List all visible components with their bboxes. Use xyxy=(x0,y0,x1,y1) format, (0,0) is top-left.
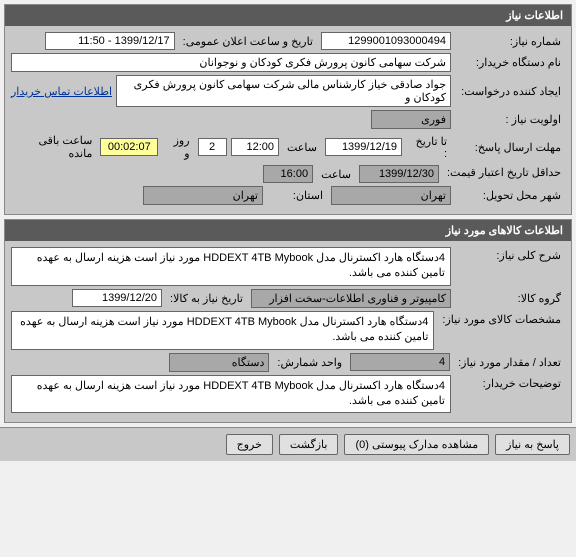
deadline-label: مهلت ارسال پاسخ: xyxy=(455,139,565,156)
row-creator: ایجاد کننده درخواست: جواد صادقی خیاز کار… xyxy=(11,75,565,107)
time-label-2: ساعت xyxy=(317,166,355,183)
row-desc: شرح کلی نیاز: 4دستگاه هارد اکسترنال مدل … xyxy=(11,247,565,286)
action-button-row: پاسخ به نیاز مشاهده مدارک پیوستی (0) باز… xyxy=(0,427,576,461)
spec-field: 4دستگاه هارد اکسترنال مدل HDDEXT 4TB Myb… xyxy=(11,311,434,350)
time-label-1: ساعت xyxy=(283,139,321,156)
validity-date-field: 1399/12/30 xyxy=(359,165,439,183)
row-buyer-notes: توضیحات خریدار: 4دستگاه هارد اکسترنال مد… xyxy=(11,375,565,414)
exit-button[interactable]: خروج xyxy=(226,434,273,455)
goods-info-panel: اطلاعات کالاهای مورد نیاز شرح کلی نیاز: … xyxy=(4,219,572,423)
back-button[interactable]: بازگشت xyxy=(279,434,339,455)
row-validity: حداقل تاریخ اعتبار قیمت: 1399/12/30 ساعت… xyxy=(11,165,565,183)
respond-button[interactable]: پاسخ به نیاز xyxy=(495,434,570,455)
desc-label: شرح کلی نیاز: xyxy=(455,247,565,264)
validity-label: حداقل تاریخ اعتبار قیمت: xyxy=(443,165,565,182)
priority-field: فوری xyxy=(371,110,451,129)
desc-field: 4دستگاه هارد اکسترنال مدل HDDEXT 4TB Myb… xyxy=(11,247,451,286)
deadline-to-label: تا تاریخ : xyxy=(406,133,451,162)
row-deadline: مهلت ارسال پاسخ: تا تاریخ : 1399/12/19 س… xyxy=(11,132,565,162)
countdown-field: 00:02:07 xyxy=(100,138,158,156)
row-qty: تعداد / مقدار مورد نیاز: 4 واحد شمارش: د… xyxy=(11,353,565,372)
goods-info-body: شرح کلی نیاز: 4دستگاه هارد اکسترنال مدل … xyxy=(5,241,571,422)
goods-date-label: تاریخ نیاز به کالا: xyxy=(166,290,247,307)
province-field: تهران xyxy=(143,186,263,205)
qty-field: 4 xyxy=(350,353,450,371)
creator-label: ایجاد کننده درخواست: xyxy=(455,83,565,100)
deadline-date-field: 1399/12/19 xyxy=(325,138,402,156)
deadline-time-field: 12:00 xyxy=(231,138,279,156)
buyer-notes-field: 4دستگاه هارد اکسترنال مدل HDDEXT 4TB Myb… xyxy=(11,375,451,414)
buyer-notes-label: توضیحات خریدار: xyxy=(455,375,565,392)
row-buyer: نام دستگاه خریدار: شرکت سهامی کانون پرور… xyxy=(11,53,565,72)
row-priority: اولویت نیاز : فوری xyxy=(11,110,565,129)
row-delivery: شهر محل تحویل: تهران استان: تهران xyxy=(11,186,565,205)
group-label: گروه کالا: xyxy=(455,290,565,307)
group-field: کامپیوتر و فناوری اطلاعات-سخت افزار xyxy=(251,289,451,308)
buyer-label: نام دستگاه خریدار: xyxy=(455,54,565,71)
countdown-label: ساعت باقی مانده xyxy=(11,132,96,162)
days-remain-field: 2 xyxy=(198,138,227,156)
days-label: روز و xyxy=(162,132,193,162)
need-number-field: 1299001093000494 xyxy=(321,32,451,50)
goods-date-field: 1399/12/20 xyxy=(72,289,162,307)
priority-label: اولویت نیاز : xyxy=(455,111,565,128)
unit-field: دستگاه xyxy=(169,353,269,372)
delivery-city-label: شهر محل تحویل: xyxy=(455,187,565,204)
attachments-button[interactable]: مشاهده مدارک پیوستی (0) xyxy=(344,434,489,455)
buyer-field: شرکت سهامی کانون پرورش فکری کودکان و نوج… xyxy=(11,53,451,72)
contact-link[interactable]: اطلاعات تماس خریدار xyxy=(11,85,112,98)
row-spec: مشخصات کالای مورد نیاز: 4دستگاه هارد اکس… xyxy=(11,311,565,350)
unit-label: واحد شمارش: xyxy=(273,354,346,371)
validity-time-field: 16:00 xyxy=(263,165,313,183)
delivery-city-field: تهران xyxy=(331,186,451,205)
qty-label: تعداد / مقدار مورد نیاز: xyxy=(454,354,565,371)
province-label: استان: xyxy=(267,187,327,204)
need-info-body: شماره نیاز: 1299001093000494 تاریخ و ساع… xyxy=(5,26,571,214)
need-info-panel: اطلاعات نیاز شماره نیاز: 129900109300049… xyxy=(4,4,572,215)
need-number-label: شماره نیاز: xyxy=(455,33,565,50)
creator-field: جواد صادقی خیاز کارشناس مالی شرکت سهامی … xyxy=(116,75,451,107)
goods-info-header: اطلاعات کالاهای مورد نیاز xyxy=(5,220,571,241)
row-need-number: شماره نیاز: 1299001093000494 تاریخ و ساع… xyxy=(11,32,565,50)
announce-field: 1399/12/17 - 11:50 xyxy=(45,32,175,50)
row-group: گروه کالا: کامپیوتر و فناوری اطلاعات-سخت… xyxy=(11,289,565,308)
announce-label: تاریخ و ساعت اعلان عمومی: xyxy=(179,33,317,50)
need-info-header: اطلاعات نیاز xyxy=(5,5,571,26)
spec-label: مشخصات کالای مورد نیاز: xyxy=(438,311,565,328)
